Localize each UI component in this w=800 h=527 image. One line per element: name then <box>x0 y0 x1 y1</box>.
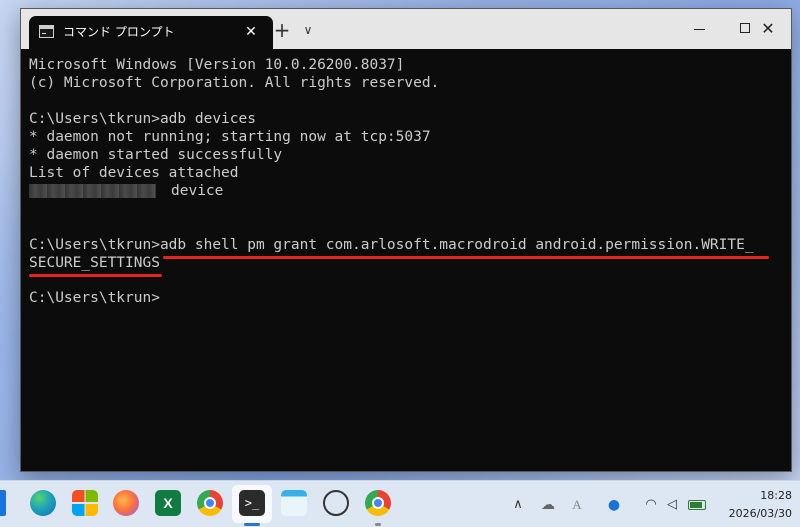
close-button[interactable]: ✕ <box>745 9 791 49</box>
wifi-icon[interactable]: ◠ <box>642 495 660 515</box>
running-indicator <box>375 523 381 526</box>
red-highlight-underline <box>29 274 162 277</box>
console-output[interactable]: Microsoft Windows [Version 10.0.26200.80… <box>21 49 791 471</box>
edge-icon[interactable] <box>30 490 56 516</box>
start-button-icon[interactable] <box>0 490 6 516</box>
minimize-button[interactable] <box>677 9 723 49</box>
device-status-label: device <box>171 183 224 199</box>
new-tab-button[interactable]: + <box>269 19 295 41</box>
terminal-glyph: >_ <box>244 496 260 510</box>
ime-mode-icon[interactable]: A <box>568 495 586 515</box>
microsoft-store-icon[interactable] <box>72 490 98 516</box>
terminal-icon[interactable]: >_ <box>239 490 265 516</box>
chrome-profile-icon[interactable] <box>365 490 391 516</box>
tab-command-prompt[interactable]: コマンド プロンプト ✕ <box>29 16 273 49</box>
battery-icon[interactable] <box>688 500 706 510</box>
taskbar: X >_ ∧ ☁ A ● ◠ ◁ 18:28 2026/03/30 <box>0 480 800 527</box>
command-prompt-window[interactable]: コマンド プロンプト ✕ + ∨ ✕ Microsoft Windows [Ve… <box>20 8 792 472</box>
tray-app-icon[interactable]: ● <box>604 495 624 515</box>
title-bar[interactable]: コマンド プロンプト ✕ + ∨ ✕ <box>21 9 791 49</box>
console-line: * daemon not running; starting now at tc… <box>29 129 431 145</box>
console-line: C:\Users\tkrun>adb devices <box>29 111 256 127</box>
clock-date[interactable]: 2026/03/30 <box>718 507 792 521</box>
console-line-highlighted-command-continued: SECURE_SETTINGS <box>29 255 160 271</box>
excel-glyph: X <box>163 495 173 511</box>
console-icon <box>39 25 54 38</box>
volume-icon[interactable]: ◁ <box>663 495 681 515</box>
tab-dropdown-chevron-icon[interactable]: ∨ <box>297 20 319 40</box>
red-highlight-underline <box>163 256 769 259</box>
console-line: Microsoft Windows [Version 10.0.26200.80… <box>29 57 405 73</box>
clock-time[interactable]: 18:28 <box>730 489 792 503</box>
firefox-icon[interactable] <box>113 490 139 516</box>
close-tab-icon[interactable]: ✕ <box>240 22 262 42</box>
redacted-device-serial <box>29 184 156 198</box>
minimize-icon <box>694 29 705 30</box>
console-line: List of devices attached <box>29 165 239 181</box>
show-hidden-icons-chevron-icon[interactable]: ∧ <box>508 495 528 515</box>
chrome-icon[interactable] <box>197 490 223 516</box>
excel-icon[interactable]: X <box>155 490 181 516</box>
onedrive-cloud-icon[interactable]: ☁ <box>537 495 559 515</box>
tab-title: コマンド プロンプト <box>63 25 175 39</box>
console-prompt[interactable]: C:\Users\tkrun> <box>29 289 160 307</box>
console-line-highlighted-command: C:\Users\tkrun>adb shell pm grant com.ar… <box>29 237 754 253</box>
active-indicator <box>244 523 260 526</box>
console-line: (c) Microsoft Corporation. All rights re… <box>29 75 440 91</box>
chatgpt-icon[interactable] <box>323 490 349 516</box>
close-icon: ✕ <box>761 19 775 38</box>
console-line: * daemon started successfully <box>29 147 283 163</box>
notepad-icon[interactable] <box>281 490 307 516</box>
